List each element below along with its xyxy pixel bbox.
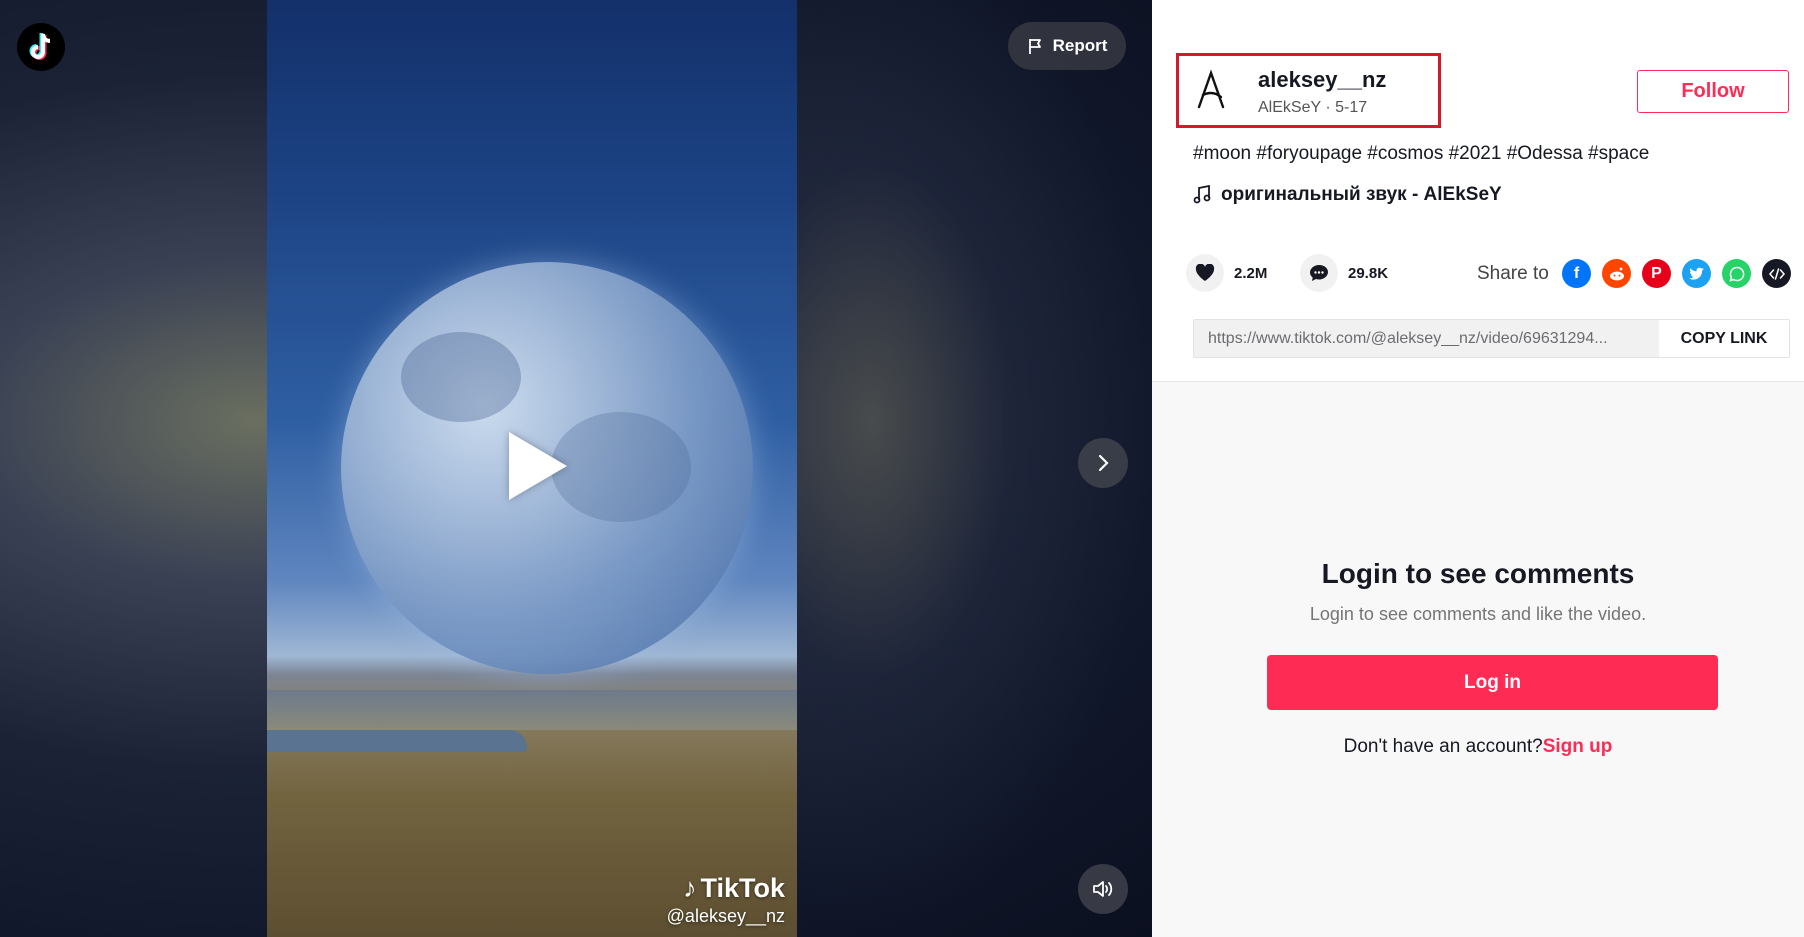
report-label: Report <box>1052 36 1108 55</box>
video-hills <box>267 690 797 730</box>
tiktok-note-icon: ♪ <box>682 873 697 903</box>
video-watermark: ♪ TikTok @aleksey__nz <box>667 873 785 927</box>
like-count: 2.2M <box>1234 264 1268 282</box>
details-sidebar: aleksey__nz AlEkSeY · 5-17 Follow #moon … <box>1152 0 1804 937</box>
reddit-icon[interactable] <box>1602 259 1631 288</box>
author-username[interactable]: aleksey__nz <box>1258 67 1386 93</box>
login-title: Login to see comments <box>1321 558 1635 589</box>
video-caption[interactable]: #moon #foryoupage #cosmos #2021 #Odessa … <box>1193 143 1649 165</box>
facebook-icon[interactable]: f <box>1562 259 1591 288</box>
share-link-row: https://www.tiktok.com/@aleksey__nz/vide… <box>1193 319 1790 358</box>
flag-icon <box>1028 39 1041 54</box>
share-icons: f P <box>1562 259 1791 288</box>
comment-stat[interactable]: 29.8K <box>1300 254 1388 292</box>
watermark-brand: TikTok <box>700 873 785 903</box>
whatsapp-icon[interactable] <box>1722 259 1751 288</box>
chevron-right-icon <box>1098 454 1109 472</box>
like-stat[interactable]: 2.2M <box>1186 254 1267 292</box>
signup-row: Don't have an account?Sign up <box>1152 736 1804 758</box>
music-title: оригинальный звук - AlEkSeY <box>1221 184 1502 205</box>
sound-button[interactable] <box>1078 864 1128 914</box>
video-water <box>267 730 527 752</box>
next-video-button[interactable] <box>1078 438 1128 488</box>
follow-button[interactable]: Follow <box>1637 70 1789 113</box>
comment-icon[interactable] <box>1300 254 1338 292</box>
speaker-icon <box>1093 881 1113 897</box>
music-note-icon <box>1193 185 1211 204</box>
author-subtitle: AlEkSeY · 5-17 <box>1258 99 1367 117</box>
report-button[interactable]: Report <box>1008 22 1126 70</box>
heart-icon[interactable] <box>1186 254 1224 292</box>
embed-icon[interactable] <box>1762 259 1791 288</box>
copy-link-button[interactable]: COPY LINK <box>1659 320 1789 357</box>
login-subtitle: Login to see comments and like the video… <box>1309 604 1647 624</box>
signup-link[interactable]: Sign up <box>1543 736 1613 757</box>
avatar[interactable] <box>1186 64 1236 114</box>
no-account-text: Don't have an account? <box>1343 736 1543 757</box>
author-nickname: AlEkSeY <box>1258 99 1321 116</box>
share-link-field[interactable]: https://www.tiktok.com/@aleksey__nz/vide… <box>1194 320 1659 357</box>
video-info-panel: aleksey__nz AlEkSeY · 5-17 Follow #moon … <box>1152 0 1804 382</box>
twitter-icon[interactable] <box>1682 259 1711 288</box>
watermark-user: @aleksey__nz <box>666 906 785 926</box>
pinterest-icon[interactable]: P <box>1642 259 1671 288</box>
video-player[interactable]: ♪ TikTok @aleksey__nz <box>267 0 797 937</box>
login-button[interactable]: Log in <box>1267 655 1718 710</box>
separator-dot: · <box>1325 99 1336 116</box>
tiktok-logo-icon[interactable] <box>17 23 65 71</box>
play-icon[interactable] <box>509 432 567 500</box>
music-info[interactable]: оригинальный звук - AlEkSeY <box>1193 184 1502 206</box>
post-date: 5-17 <box>1335 99 1368 116</box>
avatar-logo-icon <box>1197 69 1225 109</box>
video-pane: ♪ TikTok @aleksey__nz Report <box>0 0 1152 937</box>
comment-count: 29.8K <box>1348 264 1389 282</box>
share-label: Share to <box>1477 263 1549 284</box>
